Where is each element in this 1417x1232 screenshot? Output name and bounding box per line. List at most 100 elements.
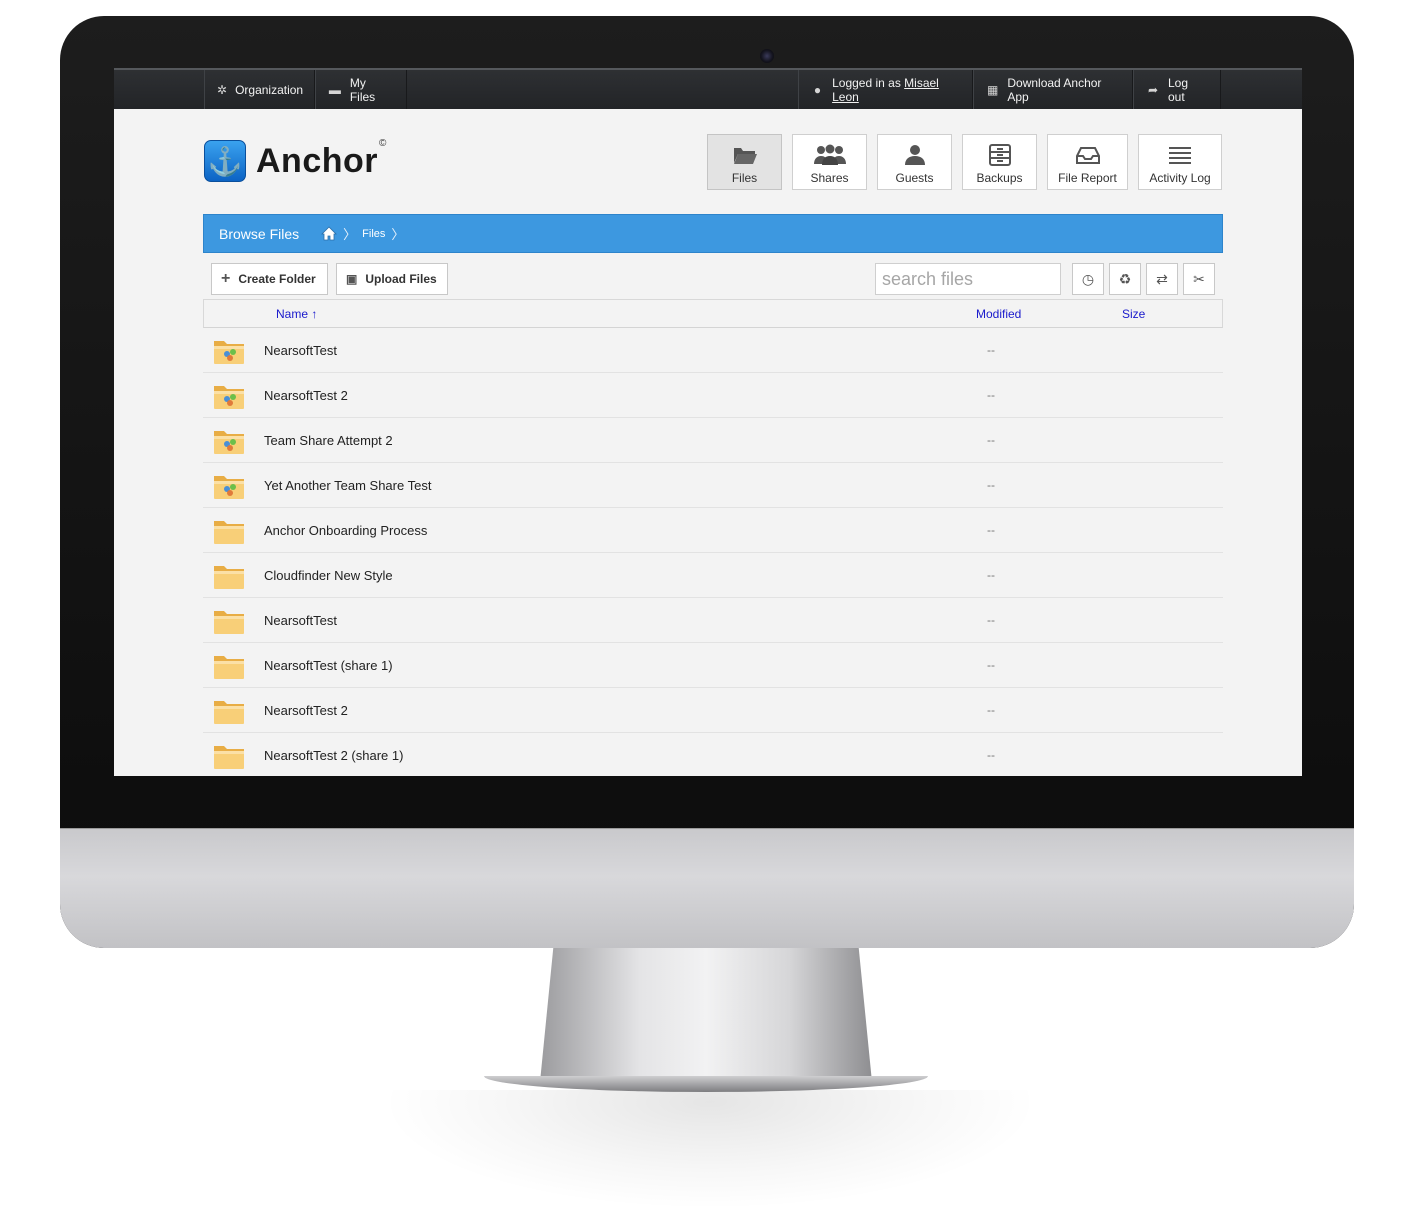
archive-icon xyxy=(988,144,1011,166)
upload-files-button[interactable]: ▣ Upload Files xyxy=(336,263,448,295)
folder-icon xyxy=(214,521,244,544)
nav-activity-log-label: Activity Log xyxy=(1149,171,1211,185)
my-files-link[interactable]: ▬ My Files xyxy=(315,70,407,109)
brand-name: Anchor xyxy=(256,141,378,180)
my-files-label: My Files xyxy=(349,75,376,104)
file-row[interactable]: Team Share Attempt 2 -- xyxy=(203,418,1223,463)
users-group-icon xyxy=(813,144,846,165)
file-row[interactable]: Anchor Onboarding Process -- xyxy=(203,508,1223,553)
organization-label: Organization xyxy=(235,82,304,97)
column-name-sort[interactable]: Name ↑ xyxy=(276,307,317,321)
organization-link[interactable]: ✲ Organization xyxy=(204,70,315,109)
nav-shares-button[interactable]: Shares xyxy=(792,134,867,190)
shared-folder-icon xyxy=(214,476,244,499)
file-name[interactable]: NearsoftTest 2 xyxy=(264,703,348,718)
file-modified: -- xyxy=(987,433,995,447)
logged-in-user: ● Logged in as Misael Leon xyxy=(798,70,973,109)
file-modified: -- xyxy=(987,478,995,492)
monitor-stand xyxy=(540,948,872,1082)
chevron-right-icon: 〉 xyxy=(343,227,357,242)
file-table-header: Name ↑ Modified Size xyxy=(203,300,1223,328)
file-name[interactable]: NearsoftTest xyxy=(264,343,337,358)
logged-in-text: Logged in as Misael Leon xyxy=(832,76,960,104)
file-name[interactable]: NearsoftTest (share 1) xyxy=(264,658,393,673)
file-row[interactable]: NearsoftTest (share 1) -- xyxy=(203,643,1223,688)
list-lines-icon xyxy=(1169,147,1191,164)
home-icon[interactable] xyxy=(321,226,338,241)
camera xyxy=(760,49,774,63)
file-row[interactable]: Cloudfinder New Style -- xyxy=(203,553,1223,598)
top-navigation-bar: ✲ Organization ▬ My Files ● Logged in as… xyxy=(114,68,1302,109)
file-modified: -- xyxy=(987,388,995,402)
nav-file-report-label: File Report xyxy=(1058,171,1117,185)
folder-icon xyxy=(214,611,244,634)
stand-shadow xyxy=(380,1090,1040,1210)
nav-shares-label: Shares xyxy=(810,171,849,185)
folder-icon xyxy=(214,656,244,679)
inbox-icon xyxy=(1075,147,1100,164)
file-modified: -- xyxy=(987,613,995,627)
file-modified: -- xyxy=(987,568,995,582)
file-row[interactable]: NearsoftTest -- xyxy=(203,328,1223,373)
file-name[interactable]: NearsoftTest xyxy=(264,613,337,628)
nav-activity-log-button[interactable]: Activity Log xyxy=(1138,134,1222,190)
refresh-button[interactable]: ⇄ xyxy=(1146,263,1178,295)
download-app-link[interactable]: ▦ Download Anchor App xyxy=(973,70,1133,109)
folder-icon xyxy=(214,566,244,589)
folder-open-icon xyxy=(733,148,757,164)
column-modified-sort[interactable]: Modified xyxy=(976,307,1021,321)
gear-icon: ✲ xyxy=(217,82,228,97)
create-folder-label: Create Folder xyxy=(238,272,316,286)
nav-guests-label: Guests xyxy=(895,171,934,185)
file-row[interactable]: NearsoftTest -- xyxy=(203,598,1223,643)
file-name[interactable]: NearsoftTest 2 xyxy=(264,388,348,403)
user-icon: ● xyxy=(813,82,822,97)
logged-in-prefix: Logged in as xyxy=(832,75,901,90)
breadcrumb-bar: Browse Files 〉 Files 〉 xyxy=(203,214,1223,253)
file-toolbar: + Create Folder ▣ Upload Files ◷ ♻ ⇄ ✂ xyxy=(203,254,1223,300)
column-size-sort[interactable]: Size xyxy=(1122,307,1145,321)
nav-backups-button[interactable]: Backups xyxy=(962,134,1037,190)
file-name[interactable]: Team Share Attempt 2 xyxy=(264,433,393,448)
download-app-label: Download Anchor App xyxy=(1007,75,1102,104)
search-files-input[interactable] xyxy=(875,263,1061,295)
history-button[interactable]: ◷ xyxy=(1072,263,1104,295)
create-folder-button[interactable]: + Create Folder xyxy=(211,263,328,295)
copyright-mark: © xyxy=(379,138,387,149)
file-name[interactable]: Cloudfinder New Style xyxy=(264,568,393,583)
browse-files-title: Browse Files xyxy=(219,225,300,242)
file-modified: -- xyxy=(987,658,995,672)
nav-file-report-button[interactable]: File Report xyxy=(1047,134,1128,190)
file-modified: -- xyxy=(987,748,995,762)
file-name[interactable]: NearsoftTest 2 (share 1) xyxy=(264,748,403,763)
clock-icon: ◷ xyxy=(1081,270,1095,287)
folder-icon: ▬ xyxy=(328,82,341,97)
folder-icon xyxy=(214,701,244,724)
file-row[interactable]: Yet Another Team Share Test -- xyxy=(203,463,1223,508)
nav-guests-button[interactable]: Guests xyxy=(877,134,952,190)
recycle-button[interactable]: ♻ xyxy=(1109,263,1141,295)
shared-folder-icon xyxy=(214,386,244,409)
file-name[interactable]: Yet Another Team Share Test xyxy=(264,478,431,493)
logout-label: Log out xyxy=(1167,75,1189,104)
recycle-icon: ♻ xyxy=(1118,270,1132,287)
file-row[interactable]: NearsoftTest 2 -- xyxy=(203,373,1223,418)
anchor-icon: ⚓ xyxy=(204,140,246,182)
upload-icon: ▣ xyxy=(346,272,358,286)
logout-link[interactable]: ➦ Log out xyxy=(1133,70,1221,109)
nav-files-button[interactable]: Files xyxy=(707,134,782,190)
download-icon: ▦ xyxy=(987,82,999,97)
scissors-icon: ✂ xyxy=(1193,270,1205,287)
file-row[interactable]: NearsoftTest 2 -- xyxy=(203,688,1223,733)
breadcrumb-files[interactable]: Files xyxy=(362,228,385,240)
nav-backups-label: Backups xyxy=(976,171,1023,185)
refresh-icon: ⇄ xyxy=(1156,270,1168,287)
chevron-right-icon: 〉 xyxy=(391,227,405,242)
upload-files-label: Upload Files xyxy=(365,272,437,286)
nav-files-label: Files xyxy=(731,171,758,185)
file-name[interactable]: Anchor Onboarding Process xyxy=(264,523,427,538)
file-row[interactable]: NearsoftTest 2 (share 1) -- xyxy=(203,733,1223,776)
app-screen: ✲ Organization ▬ My Files ● Logged in as… xyxy=(114,68,1302,776)
anchor-logo[interactable]: ⚓ Anchor © xyxy=(204,138,387,182)
cut-button[interactable]: ✂ xyxy=(1183,263,1215,295)
